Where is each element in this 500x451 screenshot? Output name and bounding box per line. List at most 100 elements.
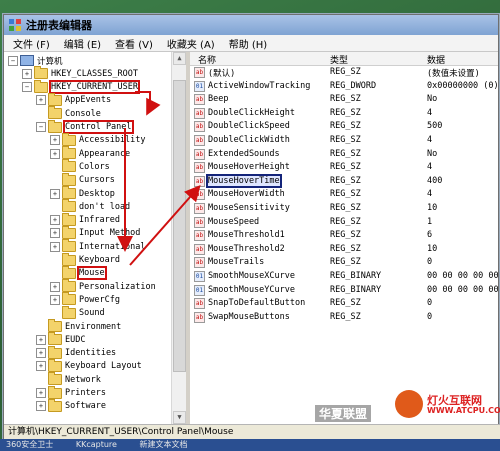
expand-icon[interactable]: + bbox=[36, 348, 46, 359]
value-row[interactable]: ab DoubleClickWidth REG_SZ 4 bbox=[190, 134, 498, 147]
tree-node[interactable]: don't load bbox=[50, 199, 130, 213]
menu-view[interactable]: 查看 (V) bbox=[108, 36, 160, 51]
taskbar-item[interactable]: 360安全卫士 bbox=[6, 440, 53, 449]
tree-node-label: Input Method bbox=[79, 228, 141, 239]
column-data[interactable]: 数据 bbox=[427, 53, 445, 66]
tree-node[interactable]: Colors bbox=[50, 159, 110, 173]
expand-icon[interactable]: + bbox=[50, 294, 60, 305]
tree-node-label: Mouse bbox=[77, 266, 107, 281]
collapse-icon[interactable]: − bbox=[36, 122, 46, 132]
value-data: 00 00 00 00 00 00 bbox=[427, 271, 498, 281]
tree-node-label: Keyboard Layout bbox=[65, 361, 142, 372]
tree-node[interactable]: Mouse bbox=[50, 265, 107, 281]
value-row[interactable]: ab MouseThreshold1 REG_SZ 6 bbox=[190, 229, 498, 242]
tree-node-label: Console bbox=[65, 108, 101, 119]
value-type: REG_SZ bbox=[330, 203, 361, 213]
tree-node-label: Infrared bbox=[79, 215, 120, 226]
expand-icon[interactable]: + bbox=[36, 401, 46, 412]
expand-icon[interactable]: + bbox=[50, 228, 60, 239]
value-row[interactable]: ab MouseSensitivity REG_SZ 10 bbox=[190, 202, 498, 215]
expand-icon[interactable]: + bbox=[36, 388, 46, 398]
tree-node[interactable]: + EUDC bbox=[36, 332, 85, 346]
tree-scrollbar[interactable]: ▲ ▼ bbox=[171, 52, 186, 424]
tree-node[interactable]: + HKEY_CLASSES_ROOT bbox=[22, 66, 138, 80]
tree-node[interactable]: Cursors bbox=[50, 172, 115, 187]
collapse-icon[interactable]: − bbox=[22, 82, 32, 93]
expand-icon[interactable]: + bbox=[50, 188, 60, 199]
value-row[interactable]: ab DoubleClickHeight REG_SZ 4 bbox=[190, 107, 498, 120]
value-row[interactable]: ab (默认) REG_SZ (数值未设置) bbox=[190, 66, 498, 79]
expand-icon[interactable]: + bbox=[22, 68, 32, 79]
value-name: ActiveWindowTracking bbox=[208, 80, 311, 91]
tree-node[interactable]: − 计算机 bbox=[8, 54, 63, 67]
tree-node[interactable]: + Printers bbox=[36, 385, 106, 400]
value-row[interactable]: ab SnapToDefaultButton REG_SZ 0 bbox=[190, 297, 498, 310]
value-row[interactable]: ab MouseTrails REG_SZ 0 bbox=[190, 256, 498, 269]
scroll-up-icon[interactable]: ▲ bbox=[173, 52, 186, 65]
expand-icon[interactable]: + bbox=[50, 241, 60, 252]
tree-node[interactable]: + Accessibility bbox=[50, 132, 146, 147]
tree-node[interactable]: Sound bbox=[50, 305, 105, 320]
folder-icon bbox=[62, 159, 76, 173]
regedit-icon bbox=[9, 19, 21, 31]
taskbar-item[interactable]: 新建文本文档 bbox=[140, 440, 188, 449]
title-bar[interactable]: 注册表编辑器 bbox=[4, 15, 498, 35]
value-row[interactable]: ab MouseHoverHeight REG_SZ 4 bbox=[190, 161, 498, 174]
tree-node[interactable]: + Input Method bbox=[50, 225, 141, 240]
menu-favorites[interactable]: 收藏夹 (A) bbox=[160, 36, 222, 51]
status-bar: 计算机\HKEY_CURRENT_USER\Control Panel\Mous… bbox=[4, 424, 500, 440]
column-name[interactable]: 名称 bbox=[198, 53, 216, 66]
value-row[interactable]: 01 SmoothMouseXCurve REG_BINARY 00 00 00 00… bbox=[190, 270, 498, 283]
menu-file[interactable]: 文件 (F) bbox=[6, 36, 57, 51]
tree-node-label: Personalization bbox=[79, 281, 156, 292]
value-row[interactable]: ab MouseHoverTime REG_SZ 400 bbox=[190, 173, 498, 188]
menu-edit[interactable]: 编辑 (E) bbox=[57, 36, 108, 51]
value-row[interactable]: ab Beep REG_SZ No bbox=[190, 93, 498, 106]
value-row[interactable]: 01 SmoothMouseYCurve REG_BINARY 00 00 00 00… bbox=[190, 284, 498, 297]
tree-node[interactable]: + AppEvents bbox=[36, 92, 112, 107]
value-row[interactable]: ab MouseHoverWidth REG_SZ 4 bbox=[190, 188, 498, 201]
value-row[interactable]: ab MouseThreshold2 REG_SZ 10 bbox=[190, 243, 498, 256]
taskbar-item[interactable]: KKcapture bbox=[76, 440, 117, 449]
string-value-icon: ab bbox=[194, 230, 205, 242]
value-row[interactable]: ab DoubleClickSpeed REG_SZ 500 bbox=[190, 120, 498, 133]
tree-node[interactable]: + Personalization bbox=[50, 279, 156, 293]
expand-icon[interactable]: + bbox=[36, 95, 46, 106]
expand-icon[interactable]: + bbox=[50, 215, 60, 226]
expand-icon[interactable]: + bbox=[36, 361, 46, 372]
value-row[interactable]: 01 ActiveWindowTracking REG_DWORD 0x0000000… bbox=[190, 80, 498, 93]
tree-node[interactable]: Network bbox=[36, 372, 101, 386]
registry-tree[interactable]: ▲ ▼ − 计算机 + HKEY_CLASSES_ROOT − HKEY_CURRENT_… bbox=[4, 52, 190, 424]
value-row[interactable]: ab SwapMouseButtons REG_SZ 0 bbox=[190, 311, 498, 324]
value-row[interactable]: ab ExtendedSounds REG_SZ No bbox=[190, 148, 498, 161]
value-name: MouseThreshold2 bbox=[208, 243, 285, 254]
tree-node[interactable]: + Software bbox=[36, 398, 106, 413]
tree-node[interactable]: + Identities bbox=[36, 345, 116, 360]
tree-node[interactable]: Keyboard bbox=[50, 252, 120, 267]
tree-node[interactable]: + International bbox=[50, 239, 146, 253]
tree-node[interactable]: + Appearance bbox=[50, 146, 130, 160]
tree-node[interactable]: − HKEY_CURRENT_USER bbox=[22, 79, 140, 95]
tree-node[interactable]: + Infrared bbox=[50, 212, 120, 227]
expand-icon[interactable]: + bbox=[36, 334, 46, 345]
value-type: REG_SZ bbox=[330, 135, 361, 145]
values-list[interactable]: 名称 类型 数据 ab (默认) REG_SZ (数值未设置) 01 ActiveWind… bbox=[190, 52, 498, 424]
collapse-icon[interactable]: − bbox=[8, 55, 18, 66]
expand-icon[interactable]: + bbox=[50, 135, 60, 146]
expand-icon[interactable]: + bbox=[50, 281, 60, 292]
string-value-icon: ab bbox=[194, 94, 205, 106]
tree-node[interactable]: Environment bbox=[36, 319, 121, 333]
menu-help[interactable]: 帮助 (H) bbox=[222, 36, 275, 51]
column-type[interactable]: 类型 bbox=[330, 53, 348, 66]
tree-node[interactable]: Console bbox=[36, 106, 101, 120]
tree-node[interactable]: + PowerCfg bbox=[50, 292, 120, 306]
scroll-down-icon[interactable]: ▼ bbox=[173, 411, 186, 424]
tree-node[interactable]: + Desktop bbox=[50, 186, 115, 200]
tree-node[interactable]: − Control Panel bbox=[36, 119, 134, 134]
tree-scroll-thumb[interactable] bbox=[173, 80, 186, 372]
tree-node-label: AppEvents bbox=[65, 95, 112, 106]
tree-node[interactable]: + Keyboard Layout bbox=[36, 358, 142, 373]
value-row[interactable]: ab MouseSpeed REG_SZ 1 bbox=[190, 216, 498, 229]
expand-icon[interactable]: + bbox=[50, 148, 60, 159]
folder-icon bbox=[62, 279, 76, 293]
